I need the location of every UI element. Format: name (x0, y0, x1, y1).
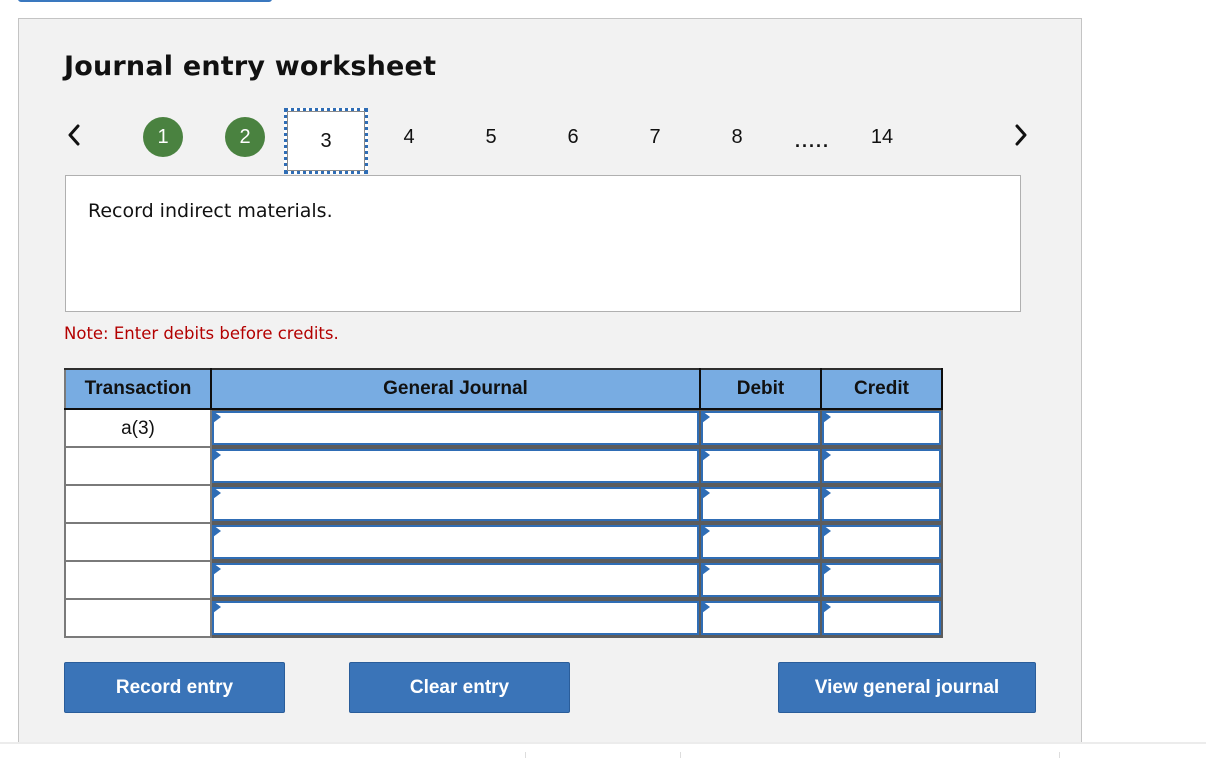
chevron-left-icon (68, 124, 80, 146)
step-1[interactable]: 1 (143, 117, 183, 157)
journal-worksheet-panel: Journal entry worksheet 1 2 3 4 5 6 7 8 … (18, 18, 1082, 744)
step-ellipsis: ..... (795, 131, 831, 151)
debit-input[interactable] (701, 601, 820, 635)
divider (1059, 752, 1060, 758)
table-row (64, 446, 943, 486)
header-general-journal: General Journal (210, 368, 701, 410)
transaction-cell (64, 446, 212, 486)
credit-input[interactable] (822, 449, 941, 483)
credit-input[interactable] (822, 525, 941, 559)
credit-input[interactable] (822, 487, 941, 521)
next-step-button[interactable] (1009, 119, 1033, 151)
step-3-current[interactable]: 3 (284, 108, 368, 174)
account-select[interactable] (212, 487, 699, 521)
table-row (64, 522, 943, 562)
account-select[interactable] (212, 525, 699, 559)
credit-input[interactable] (822, 601, 941, 635)
debit-input[interactable] (701, 525, 820, 559)
journal-header-row: Transaction General Journal Debit Credit (64, 368, 943, 410)
transaction-cell (64, 522, 212, 562)
step-5[interactable]: 5 (471, 117, 511, 157)
header-credit: Credit (820, 368, 943, 410)
debit-input[interactable] (701, 487, 820, 521)
table-row (64, 484, 943, 524)
chevron-right-icon (1015, 124, 1027, 146)
divider (525, 752, 526, 758)
transaction-cell: a(3) (64, 408, 212, 448)
worksheet-title: Journal entry worksheet (64, 51, 437, 82)
prompt-box: Record indirect materials. (65, 175, 1021, 312)
table-row: a(3) (64, 408, 943, 448)
bottom-strip (0, 742, 1206, 758)
account-select[interactable] (212, 601, 699, 635)
journal-table: Transaction General Journal Debit Credit… (64, 368, 943, 638)
credit-input[interactable] (822, 563, 941, 597)
record-entry-button[interactable]: Record entry (64, 662, 285, 713)
table-row (64, 560, 943, 600)
step-7[interactable]: 7 (635, 117, 675, 157)
debit-input[interactable] (701, 411, 820, 445)
debit-input[interactable] (701, 449, 820, 483)
transaction-cell (64, 598, 212, 638)
step-14[interactable]: 14 (862, 117, 902, 157)
account-select[interactable] (212, 411, 699, 445)
step-4[interactable]: 4 (389, 117, 429, 157)
top-tab-edge (18, 0, 272, 2)
transaction-cell (64, 484, 212, 524)
prev-step-button[interactable] (62, 119, 86, 151)
transaction-cell (64, 560, 212, 600)
credit-input[interactable] (822, 411, 941, 445)
account-select[interactable] (212, 449, 699, 483)
table-row (64, 598, 943, 638)
prompt-text: Record indirect materials. (88, 200, 333, 222)
step-8[interactable]: 8 (717, 117, 757, 157)
header-transaction: Transaction (64, 368, 212, 410)
header-debit: Debit (699, 368, 822, 410)
account-select[interactable] (212, 563, 699, 597)
step-2[interactable]: 2 (225, 117, 265, 157)
clear-entry-button[interactable]: Clear entry (349, 662, 570, 713)
step-6[interactable]: 6 (553, 117, 593, 157)
divider (680, 752, 681, 758)
debit-input[interactable] (701, 563, 820, 597)
view-general-journal-button[interactable]: View general journal (778, 662, 1036, 713)
debits-note: Note: Enter debits before credits. (64, 324, 339, 343)
